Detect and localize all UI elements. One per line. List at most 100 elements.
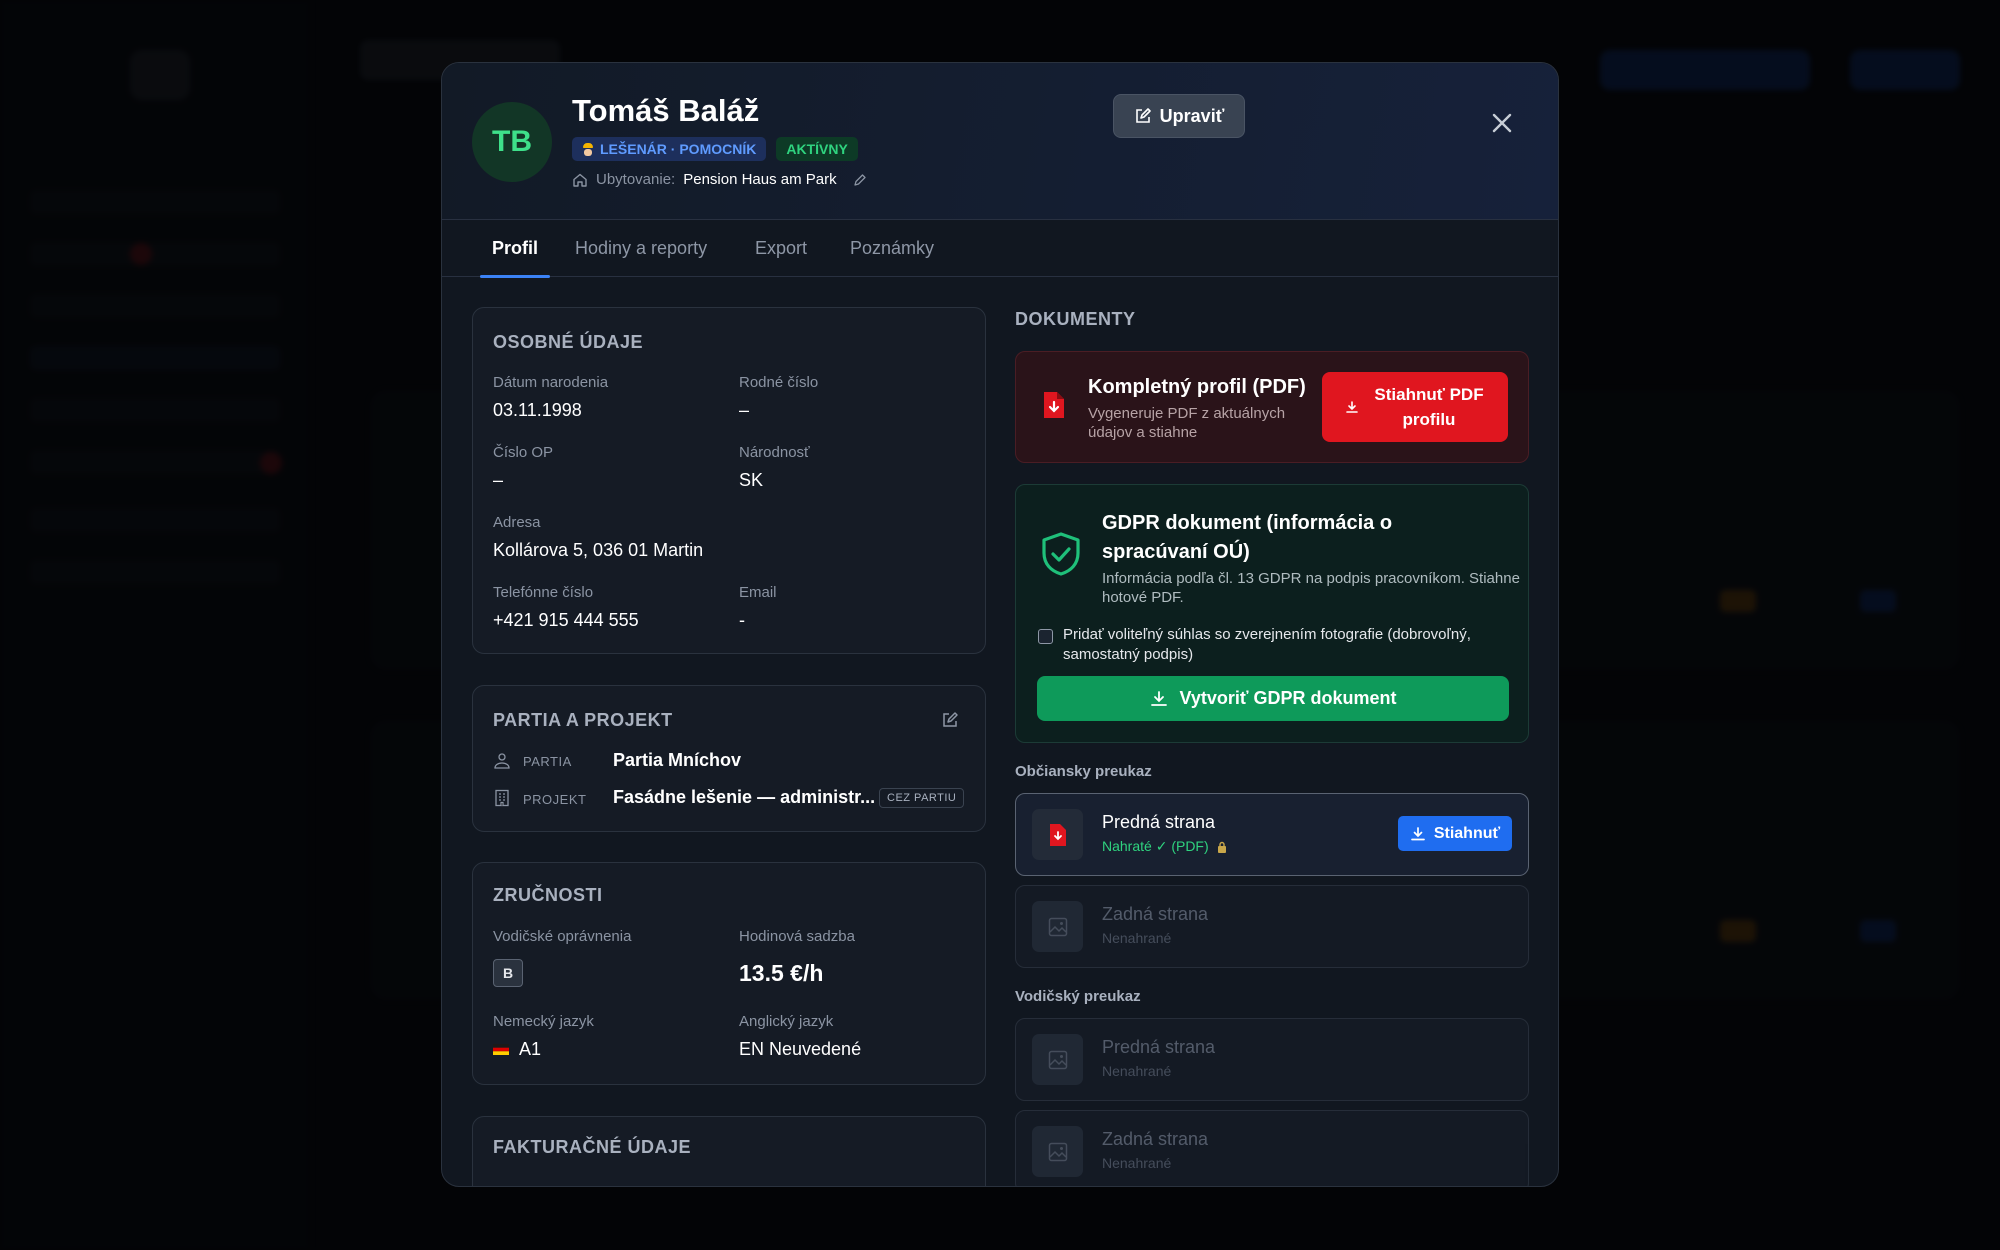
id-front-card: Predná strana Nahraté ✓ (PDF) Stiahnuť — [1015, 793, 1529, 876]
tab-poznamky[interactable]: Poznámky — [850, 220, 934, 277]
birth-number-label: Rodné číslo — [739, 374, 819, 391]
driver-front-title: Predná strana — [1102, 1037, 1216, 1057]
download-profile-pdf-button[interactable]: Stiahnuť PDF profilu — [1322, 372, 1508, 442]
worker-icon — [582, 142, 594, 156]
edit-button-label: Upraviť — [1159, 105, 1225, 126]
email-value: - — [739, 610, 745, 630]
employee-name: Tomáš Baláž — [572, 93, 760, 128]
image-icon — [1048, 1142, 1067, 1161]
team-value: Partia Mníchov — [613, 750, 742, 770]
project-source-tag: CEZ PARTIU — [879, 788, 965, 808]
email-label: Email — [739, 584, 777, 601]
role-badge: LEŠENÁR · POMOCNÍK — [572, 137, 767, 161]
photo-consent-checkbox[interactable]: Pridať voliteľný súhlas so zverejnením f… — [1038, 625, 1513, 665]
shield-check-icon — [1042, 532, 1080, 576]
lodging-row: Ubytovanie: Pension Haus am Park — [572, 171, 867, 188]
tab-hodiny-a-reporty[interactable]: Hodiny a reporty — [575, 220, 707, 277]
team-icon — [494, 753, 510, 769]
skills-title: ZRUČNOSTI — [493, 885, 603, 905]
checkbox[interactable] — [1038, 629, 1053, 644]
personal-info-panel: OSOBNÉ ÚDAJE Dátum narodenia 03.11.1998 … — [472, 307, 986, 654]
pencil-icon[interactable] — [853, 173, 867, 187]
lodging-value: Pension Haus am Park — [683, 171, 837, 188]
download-icon — [1346, 401, 1358, 413]
building-icon — [495, 789, 509, 807]
documents-title: DOKUMENTY — [1015, 309, 1136, 329]
edit-button[interactable]: Upraviť — [1113, 94, 1245, 138]
close-icon — [1492, 113, 1512, 133]
english-value: EN Neuvedené — [739, 1039, 862, 1059]
project-label: PROJEKT — [523, 792, 587, 807]
id-back-status: Nenahrané — [1102, 930, 1172, 946]
id-front-status-text: Nahraté ✓ (PDF) — [1102, 838, 1209, 854]
birth-date-value: 03.11.1998 — [493, 400, 582, 420]
skills-panel: ZRUČNOSTI Vodičské oprávnenia B Hodinová… — [472, 862, 986, 1085]
role-badge-label: LEŠENÁR · POMOCNÍK — [600, 141, 757, 157]
team-project-panel: PARTIA A PROJEKT PARTIA Partia Mníchov P… — [472, 685, 986, 832]
team-label: PARTIA — [523, 754, 572, 769]
billing-title: FAKTURAČNÉ ÚDAJE — [493, 1137, 692, 1157]
license-chip: B — [493, 959, 523, 987]
modal-header: TB Tomáš Baláž LEŠENÁR · POMOCNÍK AKTÍVN… — [442, 63, 1558, 220]
download-id-front-button[interactable]: Stiahnuť — [1398, 816, 1512, 851]
lodging-label: Ubytovanie: — [596, 171, 676, 188]
driver-back-status: Nenahrané — [1102, 1155, 1172, 1171]
nationality-label: Národnosť — [739, 444, 810, 461]
gdpr-card: GDPR dokument (informácia o spracúvaní O… — [1015, 484, 1529, 743]
driver-back-card[interactable]: Zadná strana Nenahrané — [1015, 1110, 1529, 1186]
billing-panel: FAKTURAČNÉ ÚDAJE — [472, 1116, 986, 1186]
create-gdpr-button[interactable]: Vytvoriť GDPR dokument — [1037, 676, 1509, 721]
employee-detail-modal: TB Tomáš Baláž LEŠENÁR · POMOCNÍK AKTÍVN… — [441, 62, 1559, 1187]
phone-value: +421 915 444 555 — [493, 610, 639, 630]
rate-value: 13.5 €/h — [739, 960, 824, 986]
id-card-value: – — [493, 470, 504, 490]
nationality-value: SK — [739, 470, 764, 490]
avatar: TB — [472, 102, 552, 182]
download-profile-pdf-label: Stiahnuť PDF profilu — [1374, 385, 1484, 429]
download-id-front-label: Stiahnuť — [1433, 824, 1501, 842]
image-icon — [1048, 1050, 1067, 1069]
driver-back-title: Zadná strana — [1102, 1129, 1209, 1149]
driver-front-status: Nenahrané — [1102, 1063, 1172, 1079]
german-label: Nemecký jazyk — [493, 1013, 594, 1030]
driver-front-thumb — [1032, 1034, 1083, 1085]
driver-front-card[interactable]: Predná strana Nenahrané — [1015, 1018, 1529, 1101]
birth-date-label: Dátum narodenia — [493, 374, 609, 391]
gdpr-subtitle: Informácia podľa čl. 13 GDPR na podpis p… — [1102, 570, 1520, 606]
address-label: Adresa — [493, 514, 541, 531]
tab-profil[interactable]: Profil — [479, 220, 551, 278]
download-icon — [1410, 826, 1425, 840]
license-label: Vodičské oprávnenia — [493, 928, 632, 945]
id-back-thumb — [1032, 901, 1083, 952]
german-flag-icon — [493, 1044, 509, 1055]
close-button[interactable] — [1482, 103, 1522, 143]
phone-label: Telefónne číslo — [493, 584, 594, 601]
employee-badges: LEŠENÁR · POMOCNÍK AKTÍVNY — [572, 137, 858, 161]
tab-bar: Profil Hodiny a reporty Export Poznámky — [442, 220, 1558, 278]
id-front-title: Predná strana — [1102, 812, 1216, 832]
image-icon — [1048, 917, 1067, 936]
id-card-label: Číslo OP — [493, 444, 554, 461]
create-gdpr-label: Vytvoriť GDPR dokument — [1179, 688, 1397, 708]
pdf-file-icon — [1049, 823, 1066, 846]
status-badge: AKTÍVNY — [776, 137, 858, 161]
id-back-card[interactable]: Zadná strana Nenahrané — [1015, 885, 1529, 968]
project-value: Fasádne lešenie — administr... — [613, 787, 876, 807]
team-project-title: PARTIA A PROJEKT — [493, 710, 673, 730]
id-back-title: Zadná strana — [1102, 904, 1209, 924]
home-icon — [573, 173, 587, 187]
id-front-thumb[interactable] — [1032, 809, 1083, 860]
gdpr-title: GDPR dokument (informácia o spracúvaní O… — [1102, 512, 1393, 563]
english-label: Anglický jazyk — [739, 1013, 834, 1030]
personal-info-title: OSOBNÉ ÚDAJE — [493, 332, 644, 352]
edit-icon — [1135, 108, 1151, 123]
profile-pdf-title: Kompletný profil (PDF) — [1088, 376, 1306, 398]
lock-icon — [1217, 841, 1226, 853]
edit-team-icon[interactable] — [941, 711, 959, 729]
address-value: Kollárova 5, 036 01 Martin — [493, 540, 704, 560]
german-value: A1 — [519, 1039, 542, 1059]
tab-export[interactable]: Export — [755, 220, 807, 277]
profile-pdf-subtitle: Vygeneruje PDF z aktuálnych údajov a sti… — [1088, 405, 1286, 441]
profile-pdf-card: Kompletný profil (PDF) Vygeneruje PDF z … — [1015, 351, 1529, 463]
id-front-status: Nahraté ✓ (PDF) — [1102, 838, 1227, 855]
